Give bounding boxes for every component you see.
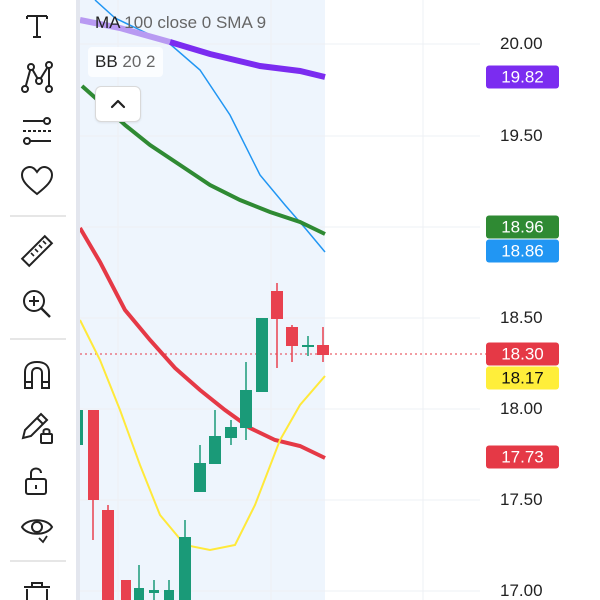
candle: [256, 318, 268, 392]
candle: [271, 291, 283, 319]
bb-lower-price-badge: 18.17: [486, 366, 559, 390]
ma-price-badge: 19.82: [486, 65, 559, 89]
delete-button[interactable]: [14, 575, 60, 600]
pattern-tool-button[interactable]: [14, 54, 60, 100]
price-tick: 20.00: [500, 34, 543, 53]
extra-line-price-badge: 18.86: [486, 239, 559, 263]
fib-tool-button[interactable]: [14, 108, 60, 154]
candle: [121, 580, 131, 600]
unlock-icon: [25, 467, 47, 495]
chevron-up-icon: [110, 99, 126, 109]
candle: [134, 588, 144, 600]
chart-canvas[interactable]: [0, 0, 600, 600]
bb-legend-params: 20 2: [122, 52, 156, 71]
collapse-legend-button[interactable]: [95, 86, 141, 122]
candle: [317, 345, 329, 355]
visibility-button[interactable]: [14, 505, 60, 551]
candle: [225, 427, 237, 438]
ruler-icon: [20, 234, 54, 268]
text-tool-button[interactable]: [14, 2, 60, 48]
lock-drawings-button[interactable]: [14, 405, 60, 451]
toolbar-separator: [10, 215, 66, 217]
zoom-in-icon: [23, 290, 51, 318]
candle: [164, 590, 174, 600]
magnet-icon: [24, 360, 50, 389]
lock-drawing-icon: [21, 412, 53, 444]
pattern-tool-icon: [21, 61, 53, 93]
ma-legend-params: 100 close 0 SMA 9: [124, 13, 267, 32]
text-tool-icon: [26, 15, 48, 38]
trading-chart-screen: MA 100 close 0 SMA 9 BB 20 2 20.00 19.50…: [0, 0, 600, 600]
bb-legend-name: BB: [95, 52, 118, 71]
fib-tool-icon: [23, 117, 51, 145]
candle: [194, 463, 206, 492]
candle: [88, 410, 99, 500]
drawing-toolbar: [0, 0, 76, 600]
toolbar-divider: [76, 0, 80, 600]
candle: [149, 590, 159, 593]
unlock-button[interactable]: [14, 458, 60, 504]
candle: [286, 327, 298, 346]
last-price-badge: 18.30: [486, 342, 559, 366]
price-tick: 19.50: [500, 126, 543, 145]
bb-upper-price-badge: 18.96: [486, 215, 559, 239]
candle: [302, 345, 314, 347]
toolbar-separator: [10, 338, 66, 340]
candle: [240, 390, 252, 428]
ruler-tool-button[interactable]: [14, 228, 60, 274]
candle: [102, 510, 114, 600]
favorites-button[interactable]: [14, 158, 60, 204]
favorites-heart-icon: [20, 165, 54, 196]
eye-visibility-icon: [20, 519, 54, 544]
price-tick: 18.00: [500, 399, 543, 418]
price-tick: 17.00: [500, 581, 543, 600]
magnet-button[interactable]: [14, 352, 60, 398]
price-tick: 18.50: [500, 308, 543, 327]
candle: [179, 537, 191, 600]
ma-legend[interactable]: MA 100 close 0 SMA 9: [95, 13, 266, 33]
bb-basis-price-badge: 17.73: [486, 445, 559, 469]
ma-legend-name: MA: [95, 13, 120, 32]
trash-icon: [24, 582, 50, 600]
price-tick: 17.50: [500, 490, 543, 509]
bb-legend[interactable]: BB 20 2: [88, 47, 163, 77]
candle: [209, 436, 221, 464]
toolbar-separator: [10, 560, 66, 562]
zoom-in-button[interactable]: [14, 281, 60, 327]
